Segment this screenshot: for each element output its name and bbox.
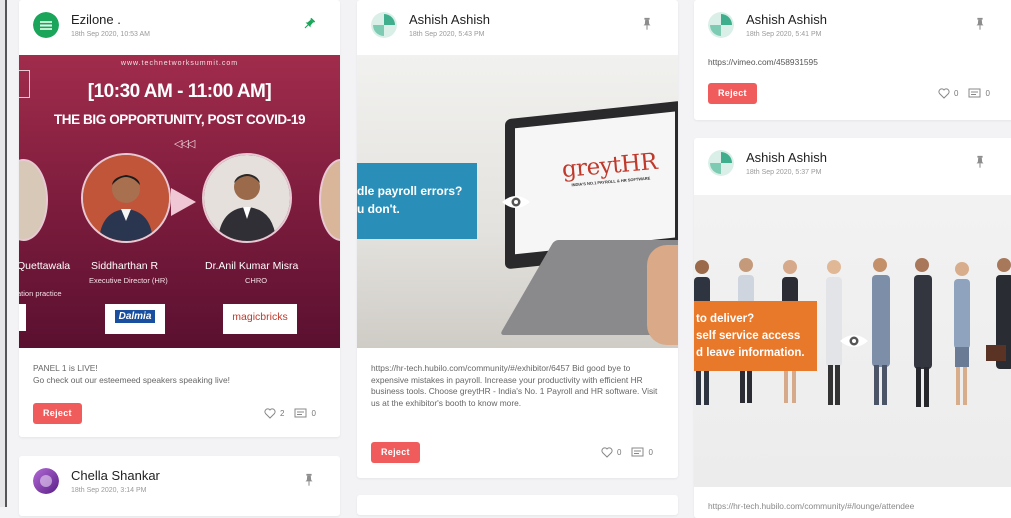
avatar [371,12,397,38]
post-banner-image[interactable]: greytHR INDIA'S NO.1 PAYROLL & HR SOFTWA… [357,55,678,348]
post-card: Ashish Ashish 18th Sep 2020, 5:37 PM to … [694,138,1011,518]
reject-button[interactable]: Reject [708,83,757,104]
avatar [33,12,59,38]
overlay-line: dle payroll errors? [357,184,463,198]
pin-icon[interactable] [302,472,316,488]
post-card: Ashish Ashish 18th Sep 2020, 5:41 PM htt… [694,0,1011,120]
post-text: https://hr-tech.hubilo.com/community/#/e… [371,363,658,408]
like-count: 2 [280,409,285,418]
heart-icon[interactable] [264,408,276,419]
left-panel-edge [0,0,7,507]
comment-icon[interactable] [294,408,307,419]
hand [647,245,678,345]
banner-site-url: www.technetworksummit.com [120,60,239,67]
post-header: Ashish Ashish 18th Sep 2020, 5:37 PM [694,138,1011,193]
speaker-name: Quettawala [19,260,71,272]
post-stats: 0 0 [938,88,990,99]
pin-icon[interactable] [973,154,987,170]
sponsor-logo-magicbricks: magicbricks [223,304,297,334]
avatar [708,150,734,176]
overlay-line: to deliver? [696,313,755,325]
speaker-name: Dr.Anil Kumar Misra [205,260,299,272]
comment-count: 0 [985,89,990,98]
speaker-play-arrow-icon [171,188,196,216]
comment-icon[interactable] [968,88,981,99]
post-card: Ezilone . 18th Sep 2020, 10:53 AM www.te… [19,0,340,437]
heart-icon[interactable] [938,88,950,99]
like-count: 0 [617,448,622,457]
eye-icon[interactable] [839,332,869,350]
speaker-role: CHRO [245,276,268,285]
like-count: 0 [954,89,959,98]
pin-icon[interactable] [973,16,987,32]
speaker-role: ation practice [19,289,62,298]
post-card: Chella Shankar 18th Sep 2020, 3:14 PM [19,456,340,516]
post-header: Ashish Ashish 18th Sep 2020, 5:43 PM [357,0,678,55]
comment-count: 0 [648,448,653,457]
comment-icon[interactable] [631,447,644,458]
author-name: Chella Shankar [71,468,160,483]
speaker-photo [202,153,292,243]
avatar [33,468,59,494]
eye-icon[interactable] [501,193,531,211]
post-link[interactable]: https://hr-tech.hubilo.com/community/#/l… [708,501,914,511]
overlay-line: u don't. [357,202,400,216]
speaker-photo [19,159,48,241]
author-name: Ashish Ashish [409,12,490,27]
post-text-line: Go check out our esteemeed speakers spea… [33,374,230,385]
post-date: 18th Sep 2020, 10:53 AM [71,31,151,38]
banner-headline: THE BIG OPPORTUNITY, POST COVID-19 [53,112,306,127]
post-header: Ezilone . 18th Sep 2020, 10:53 AM [19,0,340,55]
avatar [708,12,734,38]
speaker-role: Executive Director (HR) [89,276,168,285]
pin-icon[interactable] [640,16,654,32]
speaker-photo [319,159,340,241]
sponsor-logo-partial [19,304,26,331]
sponsor-logo-dalmia: Dalmia [105,304,165,334]
post-date: 18th Sep 2020, 3:14 PM [71,487,147,494]
speaker-name: Siddharthan R [91,260,159,272]
post-text: PANEL 1 is LIVE! Go check out our esteem… [33,363,326,386]
post-header: Chella Shankar 18th Sep 2020, 3:14 PM [19,456,340,511]
post-date: 18th Sep 2020, 5:41 PM [746,31,822,38]
post-text-line: PANEL 1 is LIVE! [33,363,98,373]
heart-icon[interactable] [601,447,613,458]
post-date: 18th Sep 2020, 5:43 PM [409,31,485,38]
reject-button[interactable]: Reject [33,403,82,424]
post-card [357,495,678,515]
overlay-line: self service access [696,330,801,342]
speaker-photo [81,153,171,243]
author-name: Ezilone . [71,12,121,27]
post-banner-image[interactable]: to deliver? self service access d leave … [694,195,1011,487]
author-name: Ashish Ashish [746,12,827,27]
overlay-line: d leave information. [696,347,805,359]
post-link[interactable]: https://vimeo.com/458931595 [708,57,818,67]
post-header: Ashish Ashish 18th Sep 2020, 5:41 PM [694,0,1011,55]
pin-icon[interactable] [302,16,316,32]
banner-arrows-icon: ◁◁◁ [174,138,195,150]
banner-overlay-box: dle payroll errors? u don't. [357,163,477,239]
reject-button[interactable]: Reject [371,442,420,463]
post-banner-image[interactable]: www.technetworksummit.com [10:30 AM - 11… [19,55,340,348]
post-card: Ashish Ashish 18th Sep 2020, 5:43 PM gre… [357,0,678,478]
comment-count: 0 [311,409,316,418]
banner-time: [10:30 AM - 11:00 AM] [87,81,272,102]
post-stats: 2 0 [264,408,316,419]
author-name: Ashish Ashish [746,150,827,165]
post-date: 18th Sep 2020, 5:37 PM [746,169,822,176]
banner-overlay-box: to deliver? self service access d leave … [694,301,817,371]
post-stats: 0 0 [601,447,653,458]
